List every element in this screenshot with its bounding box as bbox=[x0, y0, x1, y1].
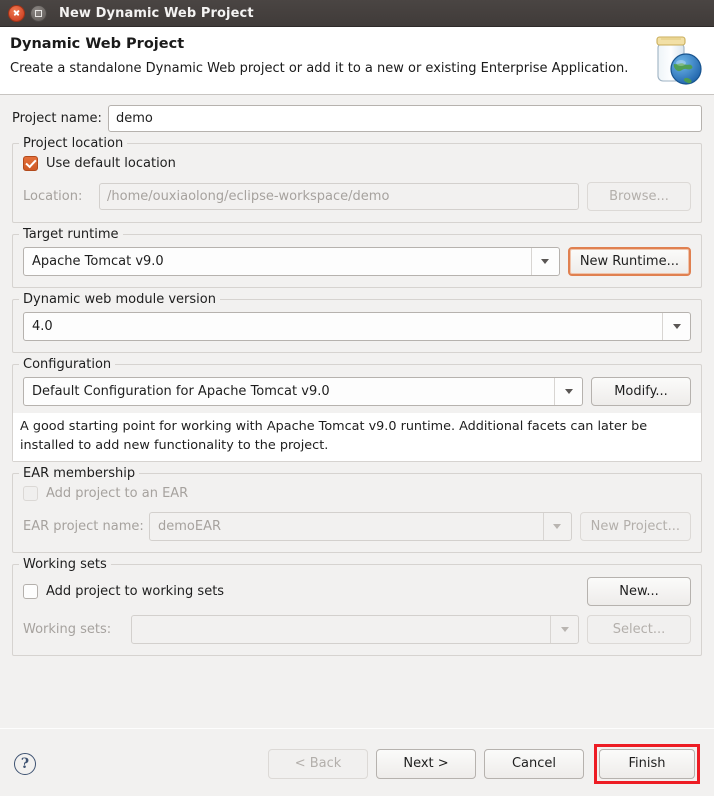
project-name-label: Project name: bbox=[12, 111, 102, 126]
new-project-button: New Project... bbox=[579, 512, 691, 542]
ear-project-name-combo: demoEAR bbox=[149, 512, 572, 542]
module-version-value: 4.0 bbox=[32, 319, 53, 334]
finish-button[interactable]: Finish bbox=[599, 748, 695, 779]
add-to-ear-label: Add project to an EAR bbox=[46, 486, 189, 502]
project-name-row: Project name: demo bbox=[12, 105, 702, 132]
wizard-body: Project name: demo Project location Use … bbox=[0, 95, 714, 727]
maximize-icon[interactable] bbox=[30, 4, 47, 22]
finish-button-highlight: Finish bbox=[594, 743, 700, 784]
working-sets-row: Working sets: Select... bbox=[23, 615, 691, 645]
wizard-button-bar: ? < Back Next > Cancel Finish bbox=[0, 731, 714, 796]
working-sets-label: Working sets: bbox=[23, 622, 112, 638]
wizard-banner: Dynamic Web Project Create a standalone … bbox=[0, 27, 714, 95]
page-title: Dynamic Web Project bbox=[10, 36, 185, 52]
working-sets-combo bbox=[131, 615, 579, 645]
chevron-down-icon bbox=[550, 616, 578, 644]
modify-button[interactable]: Modify... bbox=[591, 377, 691, 406]
configuration-group-label: Configuration bbox=[19, 357, 116, 372]
ear-project-name-value: demoEAR bbox=[158, 519, 222, 535]
location-label: Location: bbox=[23, 189, 83, 204]
use-default-location-label: Use default location bbox=[46, 156, 176, 171]
project-location-group: Project location Use default location Lo… bbox=[12, 136, 702, 223]
configuration-group: Configuration Default Configuration for … bbox=[12, 357, 702, 463]
target-runtime-combo[interactable]: Apache Tomcat v9.0 bbox=[23, 247, 560, 276]
window-title: New Dynamic Web Project bbox=[59, 5, 254, 21]
target-runtime-group: Target runtime Apache Tomcat v9.0 New Ru… bbox=[12, 227, 702, 288]
cancel-button[interactable]: Cancel bbox=[484, 748, 584, 779]
web-project-jar-globe-icon bbox=[656, 36, 702, 85]
back-button: < Back bbox=[268, 748, 368, 779]
next-button[interactable]: Next > bbox=[376, 748, 476, 779]
module-version-group: Dynamic web module version 4.0 bbox=[12, 292, 702, 353]
add-to-ear-row: Add project to an EAR bbox=[23, 486, 691, 502]
configuration-combo[interactable]: Default Configuration for Apache Tomcat … bbox=[23, 377, 583, 406]
working-sets-group-label: Working sets bbox=[19, 557, 111, 573]
use-default-location-row[interactable]: Use default location bbox=[23, 156, 691, 171]
configuration-row: Default Configuration for Apache Tomcat … bbox=[23, 377, 691, 406]
location-input: /home/ouxiaolong/eclipse-workspace/demo bbox=[99, 183, 579, 210]
use-default-location-checkbox[interactable] bbox=[23, 156, 38, 171]
chevron-down-icon bbox=[542, 513, 571, 541]
location-row: Location: /home/ouxiaolong/eclipse-works… bbox=[23, 182, 691, 211]
select-working-set-button: Select... bbox=[587, 615, 691, 645]
target-runtime-group-label: Target runtime bbox=[19, 227, 123, 242]
chevron-down-icon[interactable] bbox=[530, 248, 559, 275]
footer-separator bbox=[0, 728, 714, 729]
page-description: Create a standalone Dynamic Web project … bbox=[10, 61, 629, 76]
configuration-value: Default Configuration for Apache Tomcat … bbox=[32, 384, 330, 399]
add-to-working-sets-checkbox[interactable] bbox=[23, 584, 38, 600]
window-titlebar: New Dynamic Web Project bbox=[0, 0, 714, 27]
add-to-ear-checkbox bbox=[23, 486, 38, 502]
close-icon[interactable] bbox=[8, 4, 25, 22]
module-version-combo[interactable]: 4.0 bbox=[23, 312, 691, 341]
ear-membership-group-label: EAR membership bbox=[19, 466, 140, 482]
target-runtime-row: Apache Tomcat v9.0 New Runtime... bbox=[23, 247, 691, 276]
module-version-group-label: Dynamic web module version bbox=[19, 292, 220, 307]
ear-membership-group: EAR membership Add project to an EAR EAR… bbox=[12, 466, 702, 554]
new-runtime-button[interactable]: New Runtime... bbox=[567, 247, 691, 276]
add-to-working-sets-label: Add project to working sets bbox=[46, 584, 225, 600]
chevron-down-icon[interactable] bbox=[554, 378, 582, 405]
help-icon[interactable]: ? bbox=[14, 752, 36, 775]
configuration-description: A good starting point for working with A… bbox=[13, 413, 701, 462]
project-name-input[interactable]: demo bbox=[108, 105, 702, 132]
project-location-group-label: Project location bbox=[19, 136, 128, 151]
target-runtime-value: Apache Tomcat v9.0 bbox=[32, 254, 164, 269]
browse-button: Browse... bbox=[587, 182, 691, 211]
add-to-working-sets-row[interactable]: Add project to working sets New... bbox=[23, 577, 691, 607]
working-sets-group: Working sets Add project to working sets… bbox=[12, 557, 702, 657]
ear-project-name-row: EAR project name: demoEAR New Project... bbox=[23, 512, 691, 542]
ear-project-name-label: EAR project name: bbox=[23, 519, 144, 535]
chevron-down-icon[interactable] bbox=[662, 313, 690, 340]
new-working-set-button[interactable]: New... bbox=[587, 577, 691, 607]
